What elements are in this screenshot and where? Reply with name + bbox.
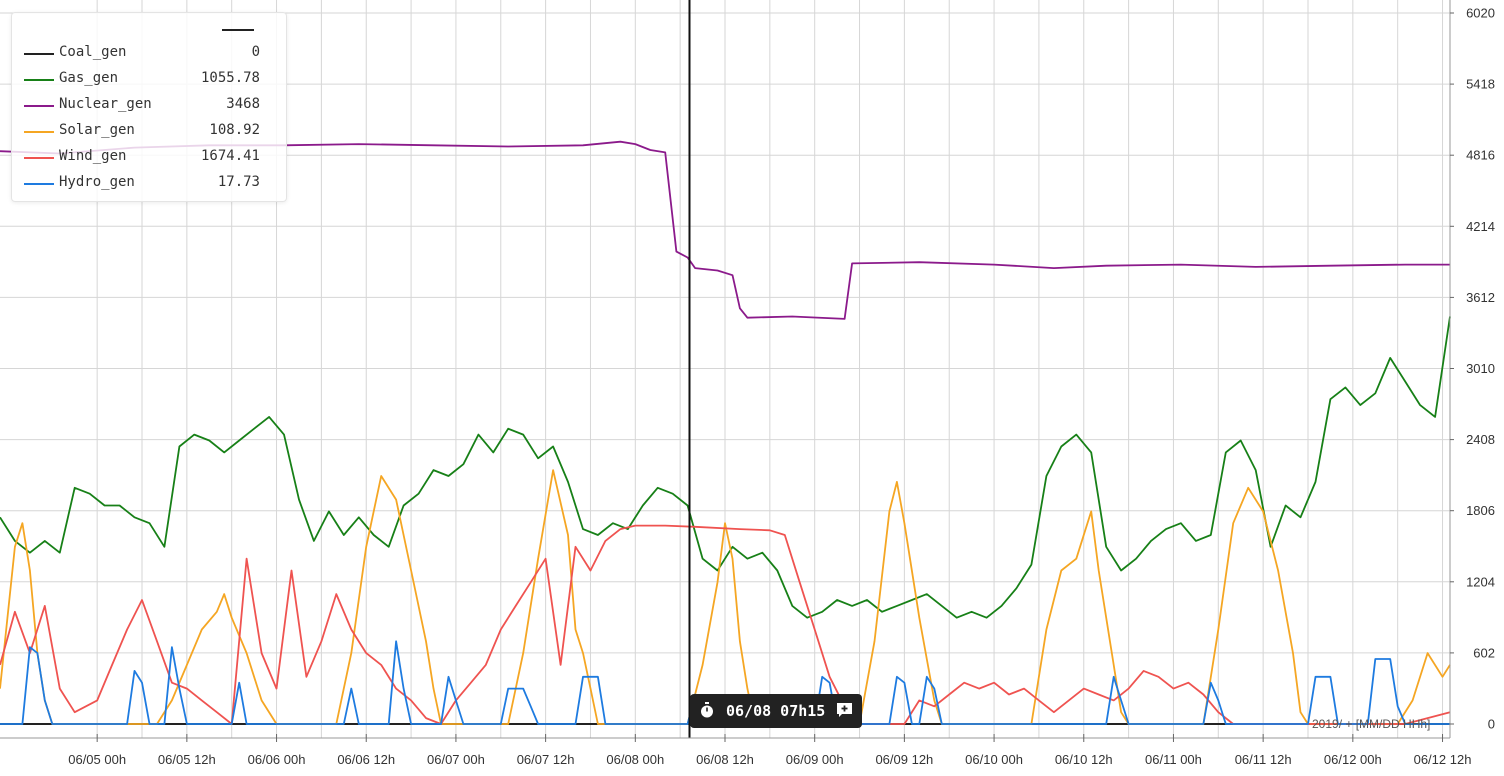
legend-label: Nuclear_gen bbox=[59, 96, 152, 112]
x-tick-label: 06/09 12h bbox=[875, 752, 933, 767]
y-tick-label: 1204 bbox=[1466, 574, 1495, 589]
legend-label: Gas_gen bbox=[59, 70, 119, 86]
add-comment-icon[interactable] bbox=[836, 702, 853, 718]
cursor-time-label: 06/08 07h15 bbox=[726, 702, 826, 720]
y-tick-label: 4816 bbox=[1466, 148, 1495, 163]
y-tick-label: 0 bbox=[1488, 717, 1495, 732]
x-axis: 06/05 00h 06/05 12h 06/06 00h 06/06 12h 06/0… bbox=[0, 734, 1471, 767]
legend-item-hydro: Hydro_gen 17.73 bbox=[24, 173, 274, 193]
x-tick-label: 06/10 12h bbox=[1055, 752, 1113, 767]
legend-swatch bbox=[24, 53, 54, 55]
legend-value: 1055.78 bbox=[200, 70, 260, 86]
legend-item-wind: Wind_gen 1674.41 bbox=[24, 147, 274, 167]
x-tick-label: 06/11 00h bbox=[1145, 752, 1202, 767]
legend-header-line bbox=[222, 29, 254, 31]
legend-swatch bbox=[24, 79, 54, 81]
legend-item-solar: Solar_gen 108.92 bbox=[24, 121, 274, 141]
y-tick-label: 3010 bbox=[1466, 361, 1495, 376]
stopwatch-icon bbox=[701, 702, 713, 718]
x-tick-label: 06/12 12h bbox=[1414, 752, 1472, 767]
legend-value: 17.73 bbox=[217, 174, 260, 190]
legend-swatch bbox=[24, 105, 54, 107]
legend-label: Coal_gen bbox=[59, 44, 127, 60]
y-tick-label: 2408 bbox=[1466, 432, 1495, 447]
y-axis: 0 602 1204 1806 2408 3010 3612 4214 4816 5418 6020 bbox=[1449, 0, 1495, 738]
cursor-tooltip: 06/08 07h15 bbox=[690, 694, 862, 728]
x-tick-label: 06/10 00h bbox=[965, 752, 1023, 767]
legend-value: 3468 bbox=[226, 96, 260, 112]
y-tick-label: 3612 bbox=[1466, 290, 1495, 305]
x-tick-label: 06/08 12h bbox=[696, 752, 754, 767]
legend-label: Hydro_gen bbox=[59, 174, 135, 190]
y-tick-label: 1806 bbox=[1466, 503, 1495, 518]
legend: Coal_gen 0 Gas_gen 1055.78 Nuclear_gen 3… bbox=[11, 12, 287, 202]
legend-swatch bbox=[24, 183, 54, 185]
x-tick-label: 06/09 00h bbox=[786, 752, 844, 767]
legend-value: 0 bbox=[251, 44, 260, 60]
legend-label: Wind_gen bbox=[59, 148, 127, 164]
x-tick-label: 06/11 12h bbox=[1235, 752, 1292, 767]
x-tick-label: 06/06 12h bbox=[337, 752, 395, 767]
x-tick-label: 06/05 12h bbox=[158, 752, 216, 767]
x-axis-format-note: 2019/ + [MM/DD HHh] bbox=[1312, 717, 1431, 731]
x-tick-label: 06/06 00h bbox=[248, 752, 306, 767]
legend-value: 1674.41 bbox=[200, 148, 260, 164]
x-tick-label: 06/07 12h bbox=[517, 752, 575, 767]
y-tick-label: 4214 bbox=[1466, 219, 1495, 234]
legend-value: 108.92 bbox=[209, 122, 260, 138]
legend-label: Solar_gen bbox=[59, 122, 135, 138]
legend-item-gas: Gas_gen 1055.78 bbox=[24, 69, 274, 89]
y-tick-label: 5418 bbox=[1466, 77, 1495, 92]
y-tick-label: 602 bbox=[1473, 645, 1495, 660]
legend-swatch bbox=[24, 157, 54, 159]
legend-item-nuclear: Nuclear_gen 3468 bbox=[24, 95, 274, 115]
x-tick-label: 06/12 00h bbox=[1324, 752, 1382, 767]
x-tick-label: 06/05 00h bbox=[68, 752, 126, 767]
legend-swatch bbox=[24, 131, 54, 133]
legend-item-coal: Coal_gen 0 bbox=[24, 43, 274, 63]
x-tick-label: 06/08 00h bbox=[606, 752, 664, 767]
x-tick-label: 06/07 00h bbox=[427, 752, 485, 767]
y-tick-label: 6020 bbox=[1466, 6, 1495, 21]
